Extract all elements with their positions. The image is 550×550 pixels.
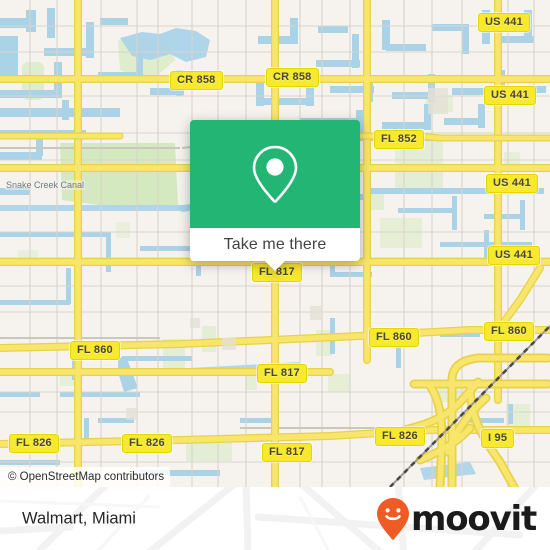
road-shield-fl-817-3[interactable]: FL 817 (262, 443, 312, 462)
take-me-there-popup[interactable]: Take me there (190, 120, 360, 271)
map-canvas[interactable]: Snake Creek Canal CR 858 CR 858 US 441 U… (0, 0, 550, 487)
road-shield-us-441-3[interactable]: US 441 (486, 174, 538, 193)
road-shield-us-441-2[interactable]: US 441 (484, 86, 536, 105)
road-shield-fl-817-2[interactable]: FL 817 (257, 364, 307, 383)
road-shield-us-441-1[interactable]: US 441 (478, 13, 530, 32)
road-shield-us-441-4[interactable]: US 441 (488, 246, 540, 265)
place-name-label: Walmart, Miami (22, 509, 136, 527)
popup-pointer-tail (264, 260, 286, 271)
popup-action-footer[interactable]: Take me there (190, 228, 360, 271)
popup-pin-panel (190, 120, 360, 228)
road-shield-fl-826-2[interactable]: FL 826 (122, 434, 172, 453)
moovit-map-screenshot: Snake Creek Canal CR 858 CR 858 US 441 U… (0, 0, 550, 550)
road-shield-fl-826-3[interactable]: FL 826 (375, 427, 425, 446)
road-shield-cr-858-east[interactable]: CR 858 (266, 68, 319, 87)
road-shield-fl-826-1[interactable]: FL 826 (9, 434, 59, 453)
water-label-snake-creek-canal: Snake Creek Canal (5, 180, 86, 190)
road-shield-fl-860-1[interactable]: FL 860 (70, 341, 120, 360)
take-me-there-label: Take me there (223, 235, 327, 253)
bottom-info-bar: Walmart, Miami moovit (0, 487, 550, 550)
osm-attribution[interactable]: © OpenStreetMap contributors (0, 467, 171, 487)
road-shield-cr-858-west[interactable]: CR 858 (170, 71, 223, 90)
road-shield-fl-852[interactable]: FL 852 (374, 130, 424, 149)
road-shield-i-95[interactable]: I 95 (481, 429, 515, 448)
road-shield-fl-860-3[interactable]: FL 860 (484, 322, 534, 341)
moovit-logo[interactable]: moovit (376, 497, 537, 541)
moovit-smiley-pin-icon (376, 497, 409, 540)
road-shield-fl-860-2[interactable]: FL 860 (369, 328, 419, 347)
map-pin-icon (252, 145, 298, 203)
moovit-wordmark: moovit (410, 498, 537, 539)
